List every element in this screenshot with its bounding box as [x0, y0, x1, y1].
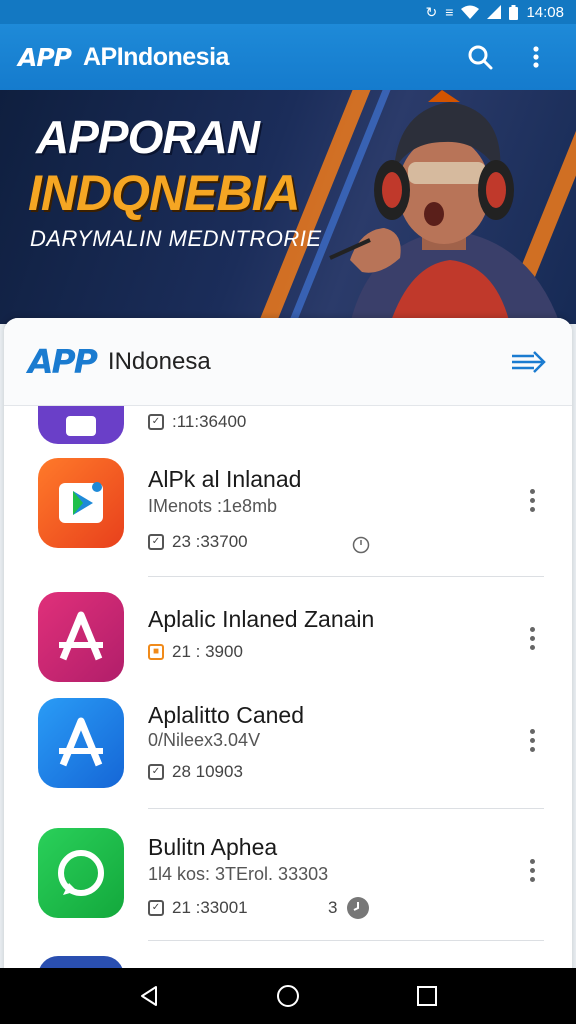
battery-icon: [509, 4, 519, 20]
update-icon: ■: [148, 644, 164, 660]
app-title: APIndonesia: [83, 42, 229, 71]
banner-subtitle: DARYMALIN MEDNTRORIE: [30, 226, 322, 251]
item-more-button[interactable]: [514, 720, 550, 760]
app-list-card: APP INdonesa ✓ :11:36400 AlPk al Inlanad…: [4, 318, 572, 978]
recents-icon: [416, 986, 437, 1006]
play-store-icon: [38, 458, 124, 548]
app-list[interactable]: ✓ :11:36400 AlPk al Inlanad IMenots :1e8…: [4, 406, 572, 978]
recents-button[interactable]: [403, 972, 451, 1020]
item-stat: ✓ 23 :33700: [148, 532, 248, 552]
item-stat-text: 23 :33700: [172, 532, 248, 551]
signal-icon: [487, 5, 502, 19]
letter-a-icon: [38, 592, 124, 682]
list-item[interactable]: Aplalic Inlaned Zanain ■ 21 : 3900: [4, 588, 572, 698]
home-button[interactable]: [264, 972, 312, 1020]
sync-icon: ↻: [425, 3, 438, 20]
card-header: APP INdonesa: [4, 318, 572, 406]
item-meta: IMenots :1e8mb: [148, 496, 278, 516]
wifi-icon: [461, 5, 480, 19]
item-name: AlPk al Inlanad: [148, 466, 302, 492]
item-meta: 1l4 kos: 3TErol. 33303: [148, 864, 329, 884]
item-stat: ✓ 28 10903: [148, 762, 243, 782]
list-divider: [148, 576, 544, 577]
app-store-icon: [38, 698, 124, 788]
sort-button[interactable]: [508, 342, 548, 382]
item-stat-text: 21 :33001: [172, 898, 248, 917]
list-item[interactable]: AlPk al Inlanad IMenots :1e8mb ✓ 23 :337…: [4, 454, 572, 574]
item-name: Bulitn Aphea: [148, 834, 278, 860]
card-logo: APP: [28, 342, 98, 381]
item-meta: 0/Nileex3.04V: [148, 730, 261, 750]
banner-title: APPORAN: [36, 111, 260, 163]
sort-arrow-icon: [512, 350, 546, 373]
chat-bubble-icon: [38, 828, 124, 918]
item-name: Aplalitto Caned: [148, 702, 304, 728]
gamer-character-illustration: [329, 90, 560, 324]
app-logo: APP: [18, 42, 72, 72]
download-status-icon: [347, 897, 369, 919]
item-stat: ✓ 21 :33001: [148, 898, 248, 918]
vibrate-icon: ≡: [445, 4, 454, 20]
search-icon: [468, 45, 493, 70]
clock-icon: ✓: [148, 534, 164, 550]
item-stat-text: 21 : 3900: [172, 642, 243, 661]
item-stat: ✓ :11:36400: [148, 412, 246, 432]
card-title: INdonesa: [107, 347, 211, 375]
back-button[interactable]: [125, 972, 173, 1020]
list-item[interactable]: Bulitn Aphea 1l4 kos: 3TErol. 33303 ✓ 21…: [4, 824, 572, 934]
status-bar: ↻ ≡ 14:08: [0, 0, 576, 24]
item-stat: ■ 21 : 3900: [148, 642, 243, 662]
system-nav-bar: [0, 968, 576, 1024]
clock-icon: ✓: [148, 900, 164, 916]
clock-icon: ✓: [148, 764, 164, 780]
search-button[interactable]: [458, 35, 502, 79]
item-more-button[interactable]: [514, 850, 550, 890]
list-divider: [148, 940, 544, 941]
list-item[interactable]: Aplalitto Caned 0/Nileex3.04V ✓ 28 10903: [4, 694, 572, 804]
item-more-button[interactable]: [514, 480, 550, 520]
promo-banner[interactable]: APPORAN INDQNEBIA DARYMALIN MEDNTRORIE: [0, 90, 576, 324]
purple-app-icon: [38, 406, 124, 444]
download-status-icon: [352, 536, 370, 554]
home-icon: [276, 985, 299, 1007]
back-icon: [141, 986, 158, 1006]
app-bar: APP APIndonesia: [0, 24, 576, 90]
item-stat-text: :11:36400: [172, 412, 247, 431]
clock-icon: ✓: [148, 414, 164, 430]
clock: 14:08: [526, 3, 564, 21]
overflow-menu-button[interactable]: [514, 35, 558, 79]
item-stat-extra: 3: [328, 898, 338, 917]
more-vert-icon: [533, 46, 539, 68]
list-divider: [148, 808, 544, 809]
item-stat-text: 28 10903: [172, 762, 243, 781]
item-more-button[interactable]: [514, 618, 550, 658]
banner-title-highlight: INDQNEBIA: [28, 165, 301, 221]
item-name: Aplalic Inlaned Zanain: [148, 606, 375, 632]
